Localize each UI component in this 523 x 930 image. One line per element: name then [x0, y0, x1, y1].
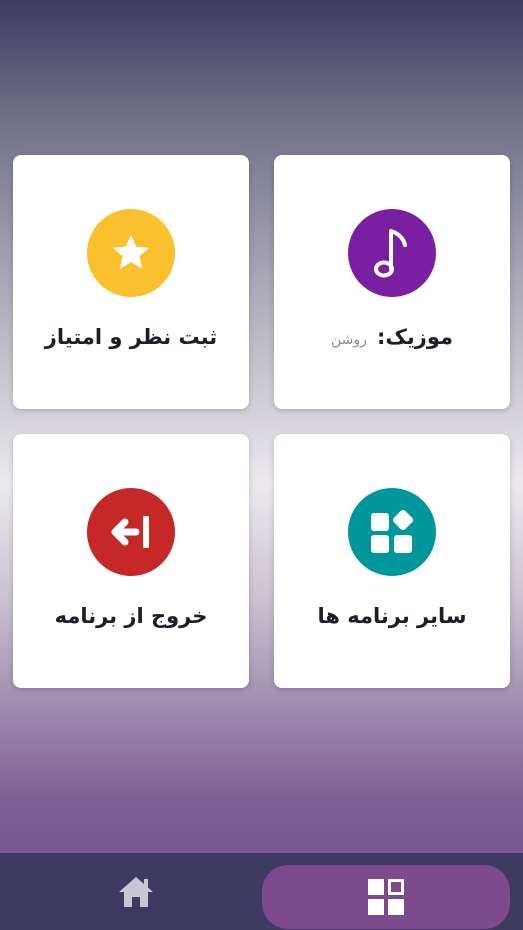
dashboard-icon	[368, 879, 404, 915]
rate-app-text: ثبت نظر و امتیاز	[44, 325, 218, 349]
nav-dashboard-button[interactable]	[262, 865, 510, 929]
apps-icon-circle	[348, 488, 436, 576]
music-label: موزیک: روشن	[331, 325, 453, 349]
bottom-navigation-bar	[0, 853, 523, 930]
rate-icon-circle	[87, 209, 175, 297]
music-text: موزیک:	[376, 325, 453, 349]
exit-arrow-icon	[111, 516, 149, 548]
exit-app-label: خروج از برنامه	[55, 604, 208, 628]
other-apps-label: سایر برنامه ها	[317, 604, 466, 628]
exit-app-card[interactable]: خروج از برنامه	[13, 434, 249, 688]
apps-grid-icon	[371, 509, 414, 553]
menu-grid: ثبت نظر و امتیاز موزیک: روشن خروج از برن…	[0, 0, 523, 853]
nav-home-button[interactable]	[88, 867, 184, 917]
rate-app-card[interactable]: ثبت نظر و امتیاز	[13, 155, 249, 409]
music-icon-circle	[348, 209, 436, 297]
home-icon	[119, 877, 153, 907]
music-toggle-card[interactable]: موزیک: روشن	[274, 155, 510, 409]
exit-app-text: خروج از برنامه	[54, 604, 208, 628]
music-status: روشن	[331, 332, 367, 348]
music-note-icon	[374, 229, 407, 278]
other-apps-card[interactable]: سایر برنامه ها	[274, 434, 510, 688]
other-apps-text: سایر برنامه ها	[317, 604, 467, 628]
exit-icon-circle	[87, 488, 175, 576]
star-icon	[113, 235, 149, 269]
rate-app-label: ثبت نظر و امتیاز	[45, 325, 217, 349]
